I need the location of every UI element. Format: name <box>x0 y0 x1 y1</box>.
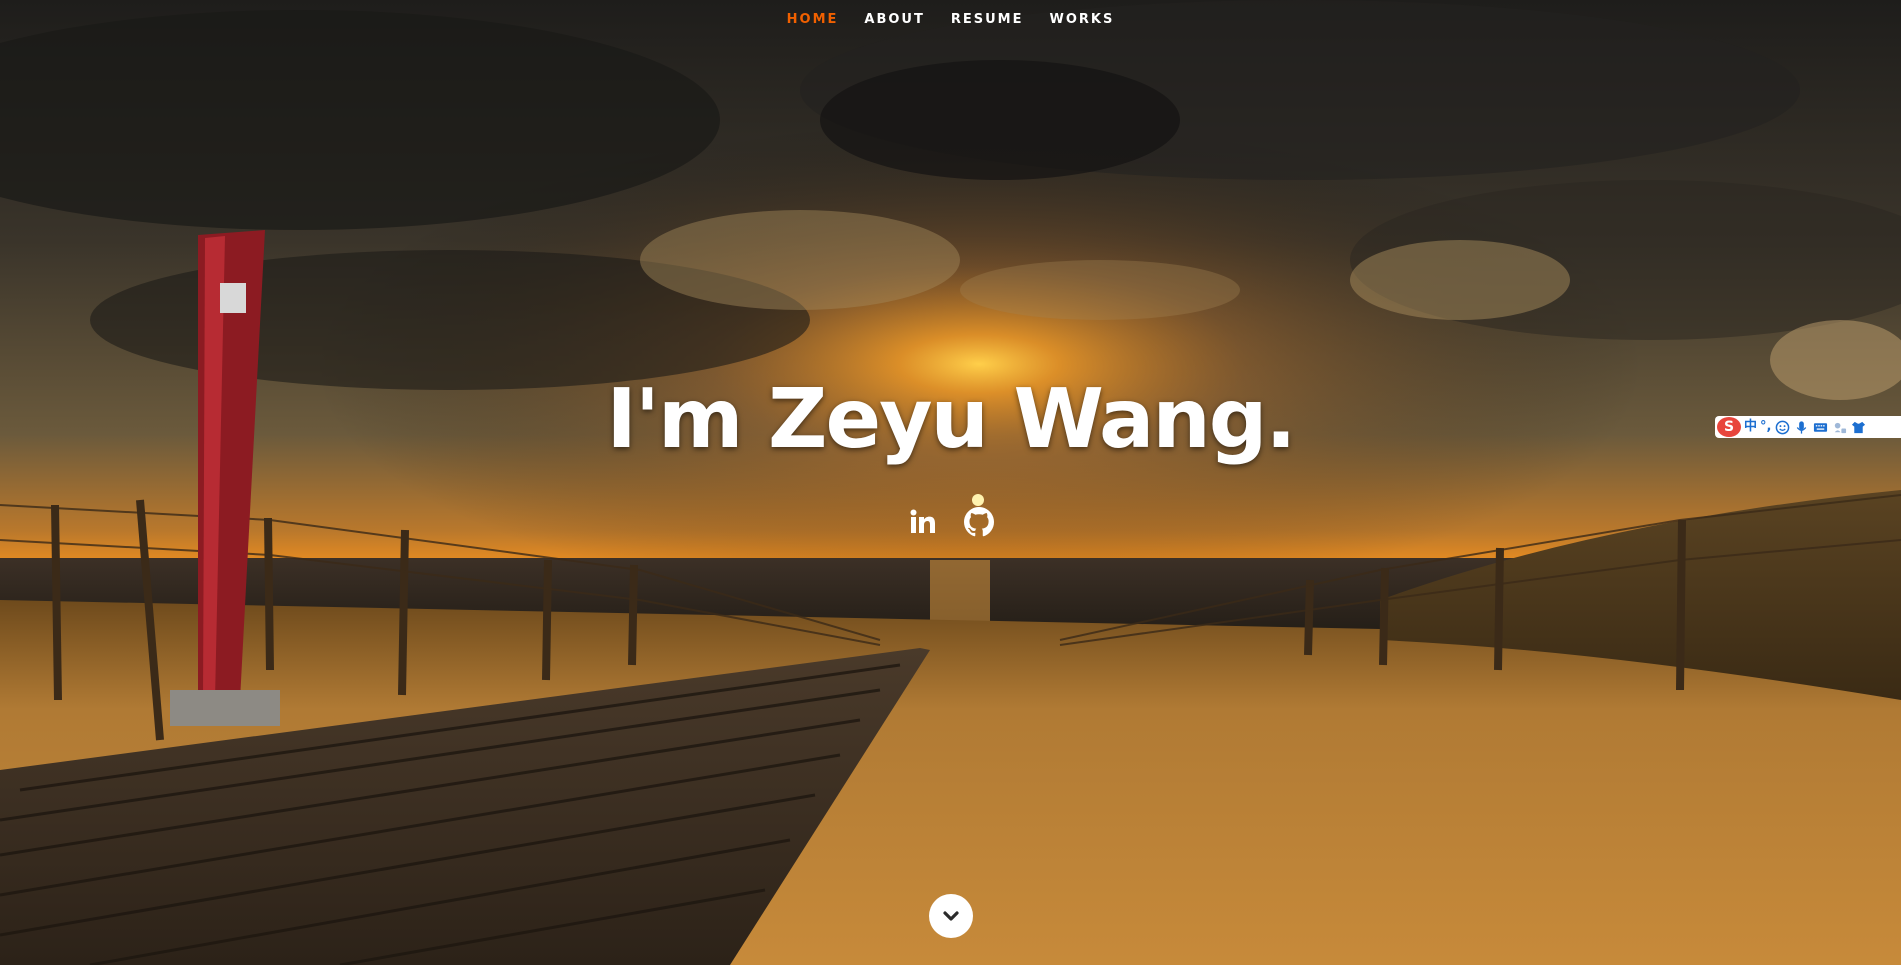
ime-punctuation-toggle[interactable]: °, <box>1760 417 1771 437</box>
tools-icon[interactable] <box>1831 419 1847 435</box>
linkedin-link[interactable] <box>908 507 938 537</box>
nav-item-home[interactable]: HOME <box>774 0 852 40</box>
nav-item-resume[interactable]: RESUME <box>938 0 1037 40</box>
scroll-down-button[interactable] <box>929 894 973 938</box>
social-links <box>0 507 1901 537</box>
ime-logo-icon[interactable]: S <box>1717 417 1741 437</box>
main-nav: HOME ABOUT RESUME WORKS <box>0 0 1901 40</box>
keyboard-icon[interactable] <box>1812 419 1828 435</box>
hero-headline: I'm Zeyu Wang. <box>606 372 1296 467</box>
chevron-down-icon <box>943 911 959 921</box>
nav-item-about[interactable]: ABOUT <box>851 0 937 40</box>
skin-icon[interactable] <box>1850 419 1866 435</box>
github-link[interactable] <box>963 507 994 537</box>
hero-background-image <box>0 0 1901 965</box>
ime-mode-toggle[interactable]: 中 <box>1744 417 1757 437</box>
ime-toolbar: S 中 °, <box>1715 416 1901 438</box>
github-icon <box>963 507 994 537</box>
linkedin-icon <box>910 509 935 533</box>
emoji-icon[interactable] <box>1774 419 1790 435</box>
microphone-icon[interactable] <box>1793 419 1809 435</box>
hero-section: HOME ABOUT RESUME WORKS I'm Zeyu Wang. S… <box>0 0 1901 965</box>
nav-item-works[interactable]: WORKS <box>1037 0 1128 40</box>
